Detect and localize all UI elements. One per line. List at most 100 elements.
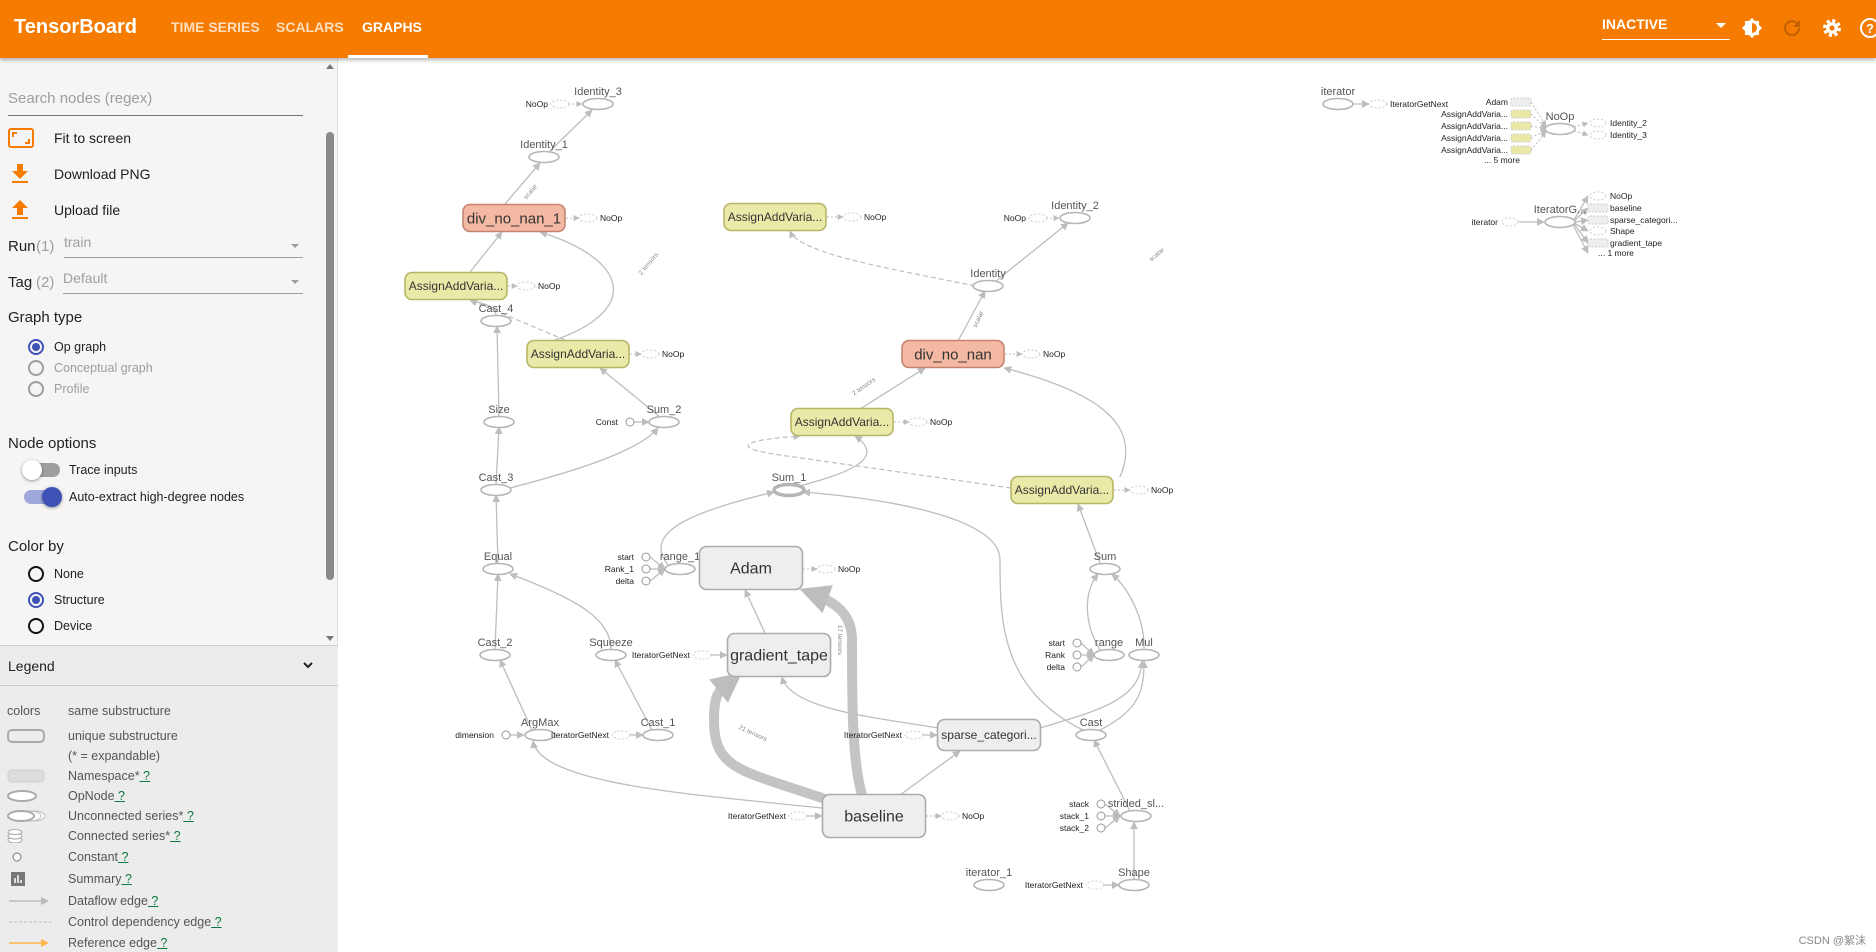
graph-node[interactable]: Equal: [482, 551, 514, 576]
search-input[interactable]: Search nodes (regex): [8, 90, 303, 116]
graph-node[interactable]: range: [1093, 637, 1125, 662]
graph-node[interactable]: IteratorGetNext: [1368, 99, 1449, 109]
radio-color-structure[interactable]: [28, 592, 44, 608]
scroll-up-icon[interactable]: [326, 64, 334, 69]
help-icon[interactable]: ?: [1858, 16, 1876, 40]
graph-node[interactable]: iterator: [1472, 217, 1519, 227]
graph-node[interactable]: Cast_4: [479, 303, 514, 328]
tag-select[interactable]: Default: [63, 270, 303, 294]
graph-node[interactable]: dimension: [455, 730, 511, 740]
graph-node[interactable]: div_no_nan: [901, 339, 1005, 369]
legend-help-link[interactable]: ?: [140, 769, 150, 783]
graph-node[interactable]: AssignAddVaria...: [404, 271, 508, 301]
graph-node[interactable]: Sum_2: [647, 404, 682, 429]
settings-icon[interactable]: [1820, 16, 1844, 40]
graph-node[interactable]: AssignAddVaria...: [526, 339, 630, 369]
graph-node[interactable]: Rank_1: [605, 564, 651, 574]
graph-node[interactable]: Shape: [1118, 867, 1150, 892]
graph-node[interactable]: IteratorGetNext: [844, 730, 924, 740]
graph-node[interactable]: delta: [1047, 662, 1082, 672]
tab-scalars[interactable]: SCALARS: [276, 19, 344, 35]
graph-node[interactable]: Adam: [1486, 97, 1532, 107]
graph-node[interactable]: Size: [483, 404, 515, 429]
legend-help-link[interactable]: ?: [148, 894, 158, 908]
graph-node[interactable]: iterator_1: [966, 867, 1012, 892]
graph-node[interactable]: IteratorGetNext: [1025, 880, 1105, 890]
graph-node[interactable]: NoOp: [1129, 485, 1173, 495]
auto-extract-toggle[interactable]: [24, 487, 62, 507]
tab-graphs[interactable]: GRAPHS: [362, 19, 422, 35]
radio-color-none[interactable]: [28, 566, 44, 582]
graph-node[interactable]: NoOp: [940, 811, 984, 821]
graph-node[interactable]: Sum: [1089, 551, 1121, 576]
radio-profile[interactable]: [28, 381, 44, 397]
legend-help-link[interactable]: ?: [157, 936, 167, 950]
tab-time-series[interactable]: TIME SERIES: [171, 19, 260, 35]
graph-node[interactable]: Sum_1: [772, 472, 807, 498]
graph-node[interactable]: Adam: [698, 545, 804, 591]
legend-header[interactable]: Legend: [0, 646, 338, 686]
graph-node[interactable]: NoOp: [1544, 111, 1576, 136]
graph-node[interactable]: start: [1048, 638, 1082, 648]
graph-node[interactable]: Identity_2: [1589, 118, 1647, 128]
graph-node[interactable]: Cast: [1075, 717, 1107, 742]
graph-node[interactable]: AssignAddVaria...: [1441, 145, 1532, 155]
graph-node[interactable]: AssignAddVaria...: [790, 407, 894, 437]
graph-node[interactable]: Cast_1: [641, 717, 676, 742]
run-select[interactable]: train: [64, 234, 303, 258]
graph-node[interactable]: Identity_2: [1051, 200, 1099, 225]
graph-node[interactable]: Identity: [970, 268, 1006, 293]
graph-node[interactable]: NoOp: [1004, 213, 1048, 223]
legend-help-link[interactable]: ?: [115, 789, 125, 803]
legend-help-link[interactable]: ?: [118, 850, 129, 864]
graph-node[interactable]: iterator: [1321, 86, 1356, 111]
graph-node[interactable]: start: [617, 552, 651, 562]
legend-help-link[interactable]: ?: [211, 915, 222, 929]
graph-node[interactable]: NoOp: [640, 349, 684, 359]
graph-node[interactable]: delta: [616, 576, 651, 586]
graph-node[interactable]: baseline: [821, 793, 927, 839]
graph-node[interactable]: range_1: [660, 551, 700, 576]
graph-node[interactable]: ... 5 more: [1484, 155, 1520, 165]
graph-node[interactable]: IteratorGetNext: [551, 730, 631, 740]
graph-node[interactable]: Identity_3: [574, 86, 622, 111]
legend-help-link[interactable]: ?: [183, 809, 194, 823]
graph-node[interactable]: AssignAddVaria...: [1441, 121, 1532, 131]
upload-file-button[interactable]: Upload file: [8, 200, 308, 224]
graph-node[interactable]: stack_2: [1060, 823, 1106, 833]
download-png-button[interactable]: Download PNG: [8, 164, 308, 188]
graph-node[interactable]: NoOp: [816, 564, 860, 574]
graph-node[interactable]: IteratorGetNext: [728, 811, 808, 821]
fit-to-screen-button[interactable]: Fit to screen: [8, 128, 308, 152]
graph-node[interactable]: AssignAddVaria...: [1441, 109, 1532, 119]
refresh-icon[interactable]: [1780, 16, 1804, 40]
graph-node[interactable]: AssignAddVaria...: [1441, 133, 1532, 143]
sidebar-scrollbar[interactable]: [326, 132, 334, 580]
graph-node[interactable]: Cast_3: [479, 472, 514, 497]
graph-node[interactable]: stack: [1069, 799, 1106, 809]
graph-node[interactable]: Squeeze: [589, 637, 633, 662]
graph-node[interactable]: AssignAddVaria...: [723, 202, 827, 232]
graph-node[interactable]: Identity_1: [520, 139, 568, 164]
graph-node[interactable]: NoOp: [1021, 349, 1065, 359]
graph-node[interactable]: gradient_tape: [1587, 238, 1662, 248]
graph-node[interactable]: NoOp: [578, 213, 622, 223]
legend-help-link[interactable]: ?: [121, 872, 132, 886]
graph-node[interactable]: IteratorG...: [1534, 204, 1587, 229]
graph-node[interactable]: NoOp: [1589, 191, 1632, 201]
graph-node[interactable]: NoOp: [526, 99, 570, 109]
graph-canvas[interactable]: Identity_3 NoOp Identity_1 div_no_nan_1 NoOp…: [338, 58, 1876, 952]
graph-node[interactable]: NoOp: [842, 212, 886, 222]
graph-node[interactable]: ... 1 more: [1598, 248, 1634, 258]
graph-node[interactable]: Shape: [1589, 226, 1635, 236]
radio-color-device[interactable]: [28, 618, 44, 634]
graph-node[interactable]: Rank: [1045, 650, 1082, 660]
graph-node[interactable]: gradient_tape: [726, 632, 832, 678]
graph-node[interactable]: strided_sl...: [1108, 798, 1164, 823]
radio-op-graph[interactable]: [28, 339, 44, 355]
graph-node[interactable]: NoOp: [908, 417, 952, 427]
graph-node[interactable]: div_no_nan_1: [462, 203, 566, 233]
brightness-icon[interactable]: [1740, 16, 1764, 40]
run-status-dropdown[interactable]: INACTIVE: [1602, 16, 1730, 40]
graph-node[interactable]: AssignAddVaria...: [1010, 475, 1114, 505]
